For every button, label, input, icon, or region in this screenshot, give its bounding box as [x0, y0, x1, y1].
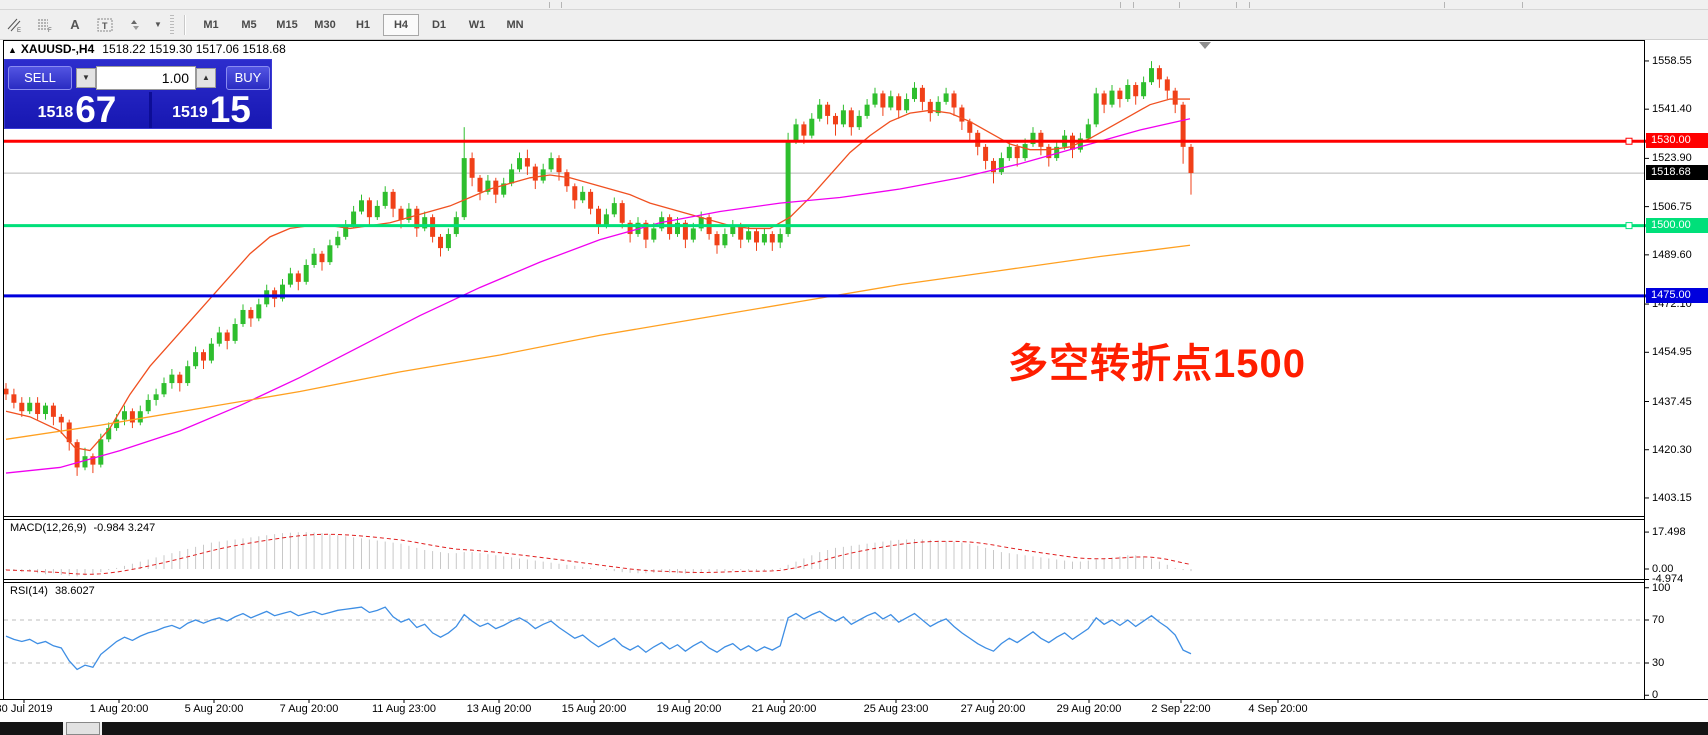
chart-shift-marker[interactable]	[1199, 42, 1211, 49]
buy-button[interactable]: BUY	[226, 66, 270, 90]
quote-ohlc: 1518.22 1519.30 1517.06 1518.68	[102, 42, 286, 56]
ma-fast	[6, 99, 1190, 451]
line-anchor-marker	[1626, 223, 1632, 229]
quote-line: ▲ XAUUSD-,H4 1518.22 1519.30 1517.06 1518.…	[8, 42, 286, 56]
macd-signal-line	[6, 534, 1191, 574]
line-anchor-marker	[1626, 138, 1632, 144]
chart-annotation-text: 多空转折点1500	[1008, 331, 1306, 389]
mt4-window: E F A T ▼ M1M5M15M30H1H4D1W1MN 1558.5515…	[0, 0, 1708, 735]
symbol-timeframe: XAUUSD-,H4	[21, 42, 94, 56]
up-arrow-icon: ▲	[8, 45, 17, 55]
rsi-line	[6, 607, 1191, 669]
volume-input[interactable]	[96, 66, 196, 90]
ask-price[interactable]: 1519 15	[152, 92, 271, 128]
ask-price-big: 15	[210, 92, 251, 128]
ask-price-small: 1519	[172, 98, 208, 128]
macd-indicator	[6, 532, 1191, 576]
bid-price[interactable]: 1518 67	[5, 92, 152, 128]
bid-price-small: 1518	[38, 98, 74, 128]
sell-button[interactable]: SELL	[8, 66, 72, 90]
volume-increase-button[interactable]: ▲	[196, 68, 216, 88]
one-click-trading-panel: SELL ▼ ▲ BUY 1518 67 1519 15	[4, 59, 272, 129]
bid-price-big: 67	[75, 92, 116, 128]
volume-decrease-button[interactable]: ▼	[76, 68, 96, 88]
